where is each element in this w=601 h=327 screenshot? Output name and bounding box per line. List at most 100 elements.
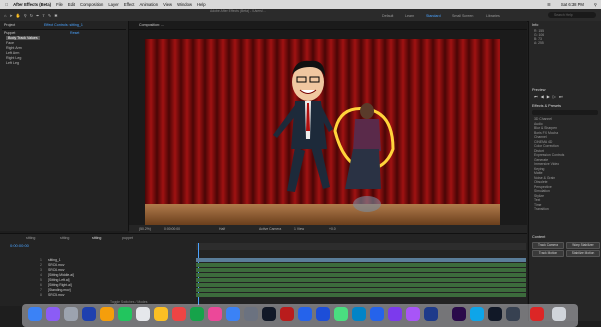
photos-icon[interactable] — [172, 307, 186, 321]
timeline-tab[interactable]: sitting — [92, 236, 101, 240]
workspace-small-screen[interactable]: Small Screen — [452, 14, 473, 18]
menu-file[interactable]: File — [56, 2, 63, 7]
tab-composition[interactable]: Composition: ... — [139, 23, 164, 27]
tree-item-face[interactable]: Face — [6, 41, 14, 45]
effects-category[interactable]: Time — [534, 203, 541, 207]
play-icon[interactable]: ▶ — [547, 94, 550, 99]
next-frame-icon[interactable]: ▷ — [553, 94, 556, 99]
layer-name[interactable]: SRC6.mov — [48, 268, 64, 272]
tree-item-right-arm[interactable]: Right Arm — [6, 46, 22, 50]
premiere-icon[interactable] — [406, 307, 420, 321]
app-icon[interactable] — [488, 307, 502, 321]
track-motion-button[interactable]: Track Motion — [532, 250, 564, 257]
siri-icon[interactable] — [46, 307, 60, 321]
home-icon[interactable]: ⌂ — [4, 13, 6, 19]
tree-item-left-leg[interactable]: Left Leg — [6, 61, 19, 65]
finder-icon[interactable] — [28, 307, 42, 321]
table-row[interactable]: 1 sitting_1 — [0, 258, 195, 263]
layer-name[interactable]: sitting_1 — [48, 258, 61, 262]
app-icon[interactable] — [352, 307, 366, 321]
wifi-icon[interactable]: ☰ — [547, 2, 551, 7]
effects-category[interactable]: Matte — [534, 171, 542, 175]
text-tool-icon[interactable]: T — [42, 13, 44, 19]
warp-stabilizer-button[interactable]: Warp Stabilizer — [566, 242, 600, 249]
layer-bar[interactable] — [196, 263, 526, 268]
puppet-tool-icon[interactable]: ✱ — [54, 13, 57, 19]
tree-item-right-leg[interactable]: Right Leg — [6, 56, 21, 60]
bbedit-icon[interactable] — [316, 307, 330, 321]
menu-help[interactable]: Help — [197, 2, 206, 7]
workspace-libraries[interactable]: Libraries — [486, 14, 500, 18]
system-preferences-icon[interactable] — [244, 307, 258, 321]
rotate-tool-icon[interactable]: ↻ — [30, 13, 33, 19]
effects-category[interactable]: Expression Controls — [534, 153, 564, 157]
outlook-icon[interactable] — [370, 307, 384, 321]
timeline-tab[interactable]: puppet — [122, 236, 133, 240]
effects-category[interactable]: 3D Channel — [534, 117, 552, 121]
chrome-icon[interactable] — [100, 307, 114, 321]
layer-bar[interactable] — [196, 273, 526, 278]
workspace-learn[interactable]: Learn — [405, 14, 414, 18]
reset-link[interactable]: Reset — [70, 31, 79, 35]
acrobat-icon[interactable] — [280, 307, 294, 321]
zoom-tool-icon[interactable]: ⚲ — [24, 13, 27, 19]
effects-category[interactable]: Color Correction — [534, 144, 559, 148]
track-camera-button[interactable]: Track Camera — [532, 242, 564, 249]
trash-icon[interactable] — [552, 307, 566, 321]
menu-effect[interactable]: Effect — [124, 2, 135, 7]
menu-animation[interactable]: Animation — [139, 2, 158, 7]
effects-category[interactable]: Distort — [534, 149, 544, 153]
tab-effect-controls[interactable]: Effect Controls: sitting_1 — [44, 23, 83, 27]
effects-category[interactable]: Generate — [534, 158, 548, 162]
prev-frame-icon[interactable]: ◀ — [541, 94, 544, 99]
app-icon[interactable] — [506, 307, 520, 321]
hand-tool-icon[interactable]: ✋ — [16, 13, 21, 19]
table-row[interactable]: 6 [Sitting Right.ai] — [0, 283, 195, 288]
layer-name[interactable]: [Sitting Middle.ai] — [48, 273, 74, 277]
tree-item-left-arm[interactable]: Left Arm — [6, 51, 19, 55]
menu-layer[interactable]: Layer — [108, 2, 118, 7]
table-row[interactable]: 5 [Sitting Left.ai] — [0, 278, 195, 283]
brush-tool-icon[interactable]: ✎ — [48, 13, 51, 19]
layer-name[interactable]: SRC5.mov — [48, 293, 64, 297]
composition-stage[interactable] — [145, 39, 500, 225]
messages-icon[interactable] — [118, 307, 132, 321]
menu-app-name[interactable]: After Effects (Beta) — [13, 2, 51, 7]
menu-composition[interactable]: Composition — [80, 2, 103, 7]
camera-dropdown[interactable]: Active Camera — [259, 227, 281, 231]
stabilize-motion-button[interactable]: Stabilize Motion — [566, 250, 600, 257]
effects-category[interactable]: Immersive Video — [534, 162, 559, 166]
puppet-effect-row[interactable]: Puppet — [4, 31, 15, 35]
last-frame-icon[interactable]: ⏭ — [559, 94, 563, 99]
table-row[interactable]: 7 [Standing.mov] — [0, 288, 195, 293]
timeline-tab[interactable]: sitting — [26, 236, 35, 240]
layer-bar[interactable] — [196, 268, 526, 273]
layer-bar[interactable] — [196, 288, 526, 293]
effects-category[interactable]: Channel — [534, 135, 547, 139]
timeline-tab[interactable]: sitting — [60, 236, 69, 240]
menu-view[interactable]: View — [163, 2, 172, 7]
effects-category[interactable]: Blur & Sharpen — [534, 126, 557, 130]
effects-category[interactable]: Audio — [534, 122, 543, 126]
effects-category[interactable]: Boris FX Mocha — [534, 131, 558, 135]
effects-category[interactable]: Transition — [534, 207, 549, 211]
word-icon[interactable] — [298, 307, 312, 321]
views-dropdown[interactable]: 1 View — [294, 227, 304, 231]
apple-icon[interactable]:  — [5, 2, 8, 7]
calendar-icon[interactable] — [136, 307, 150, 321]
table-row[interactable]: 8 SRC5.mov — [0, 293, 195, 298]
pen-tool-icon[interactable]: ✒ — [36, 13, 39, 19]
search-icon[interactable]: ⚲ — [594, 2, 597, 7]
search-help-input[interactable]: Search Help — [548, 12, 596, 18]
table-row[interactable]: 2 SRC6.mov — [0, 263, 195, 268]
onenote-icon[interactable] — [388, 307, 402, 321]
tab-project[interactable]: Project — [4, 23, 15, 27]
layer-name[interactable]: SRC6.mov — [48, 263, 64, 267]
effects-category[interactable]: Simulation — [534, 189, 550, 193]
effects-category[interactable]: Keying — [534, 167, 544, 171]
clock[interactable]: Sat 6:38 PM — [561, 2, 584, 7]
adobe-cc-icon[interactable] — [530, 307, 544, 321]
effects-search-input[interactable] — [532, 110, 598, 115]
effects-category[interactable]: CINEMA 4D — [534, 140, 552, 144]
viewer-timecode[interactable]: 0:00:00:00 — [164, 227, 180, 231]
